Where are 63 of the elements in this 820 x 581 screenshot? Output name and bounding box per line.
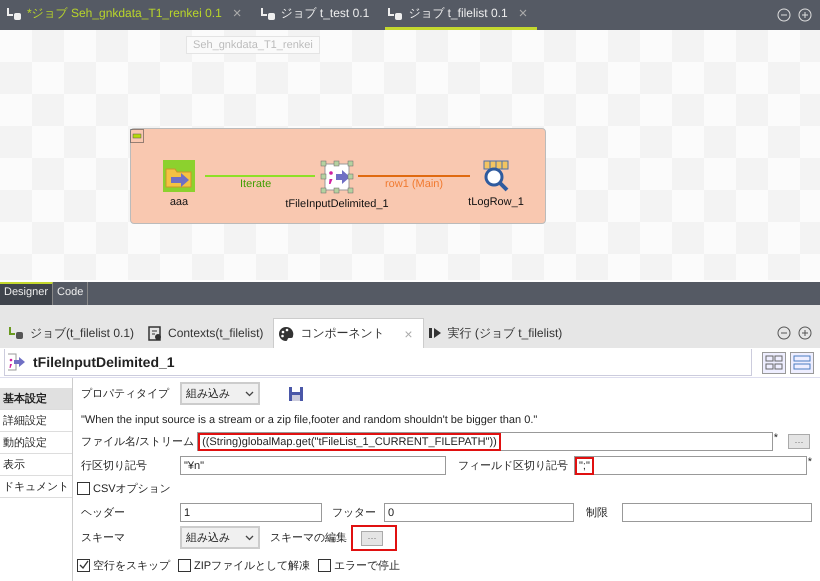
settings-section[interactable]: 表示 bbox=[0, 454, 72, 476]
save-icon[interactable] bbox=[288, 386, 304, 402]
header-field[interactable]: 1 bbox=[180, 503, 322, 522]
field-label: フッター bbox=[332, 506, 376, 520]
component-label: aaa bbox=[170, 196, 188, 208]
field-label: 行区切り記号 bbox=[81, 459, 148, 473]
connection-label: Iterate bbox=[240, 178, 272, 190]
field-label: ファイル名/ストリーム bbox=[81, 435, 196, 449]
edit-schema-button[interactable]: ··· bbox=[361, 530, 383, 546]
settings-section[interactable]: 詳細設定 bbox=[0, 410, 72, 432]
filename-field[interactable]: ((String)globalMap.get("tFileList_1_CURRENT_FILEPATH")) bbox=[197, 432, 773, 451]
grid-view-icon[interactable] bbox=[762, 352, 786, 374]
required-mark: * bbox=[808, 456, 812, 468]
csv-options-checkbox[interactable]: CSVオプション bbox=[77, 481, 171, 496]
panel-tab[interactable]: 実行 (ジョブ t_filelist) bbox=[424, 318, 572, 348]
row-separator-field[interactable]: "¥n" bbox=[180, 456, 446, 475]
info-message: "When the input source is a stream or a zip file,footer and random shouldn't be bigger than 0." bbox=[81, 414, 538, 426]
run-icon bbox=[428, 326, 442, 340]
editor-tab[interactable]: *ジョブ Seh_gnkdata_T1_renkei 0.1 × bbox=[4, 0, 252, 30]
file-delimited-icon bbox=[7, 353, 27, 371]
collapse-icon[interactable] bbox=[130, 129, 144, 143]
palette-icon bbox=[278, 326, 294, 342]
field-label: スキーマの編集 bbox=[270, 531, 347, 546]
component-label: tFileInputDelimited_1 bbox=[285, 198, 389, 210]
panel-tab[interactable]: ジョブ(t_filelist 0.1) bbox=[4, 318, 144, 348]
clipboard-icon bbox=[148, 325, 162, 341]
job-icon bbox=[8, 326, 24, 340]
component-label: tLogRow_1 bbox=[468, 196, 524, 208]
settings-section[interactable]: ドキュメント bbox=[0, 476, 72, 498]
footer-field[interactable]: 0 bbox=[384, 503, 574, 522]
job-icon bbox=[6, 6, 22, 20]
chevron-icon bbox=[245, 534, 254, 541]
browse-button[interactable]: ··· bbox=[788, 434, 810, 449]
field-label: ヘッダー bbox=[81, 506, 126, 520]
field-label: スキーマ bbox=[81, 531, 126, 546]
component-title: tFileInputDelimited_1 bbox=[33, 354, 175, 370]
list-view-icon[interactable] bbox=[790, 352, 814, 374]
schema-dropdown[interactable]: 組み込み bbox=[180, 526, 260, 550]
field-label: 制限 bbox=[586, 506, 608, 520]
property-type-dropdown[interactable]: 組み込み bbox=[180, 382, 260, 405]
panel-tab[interactable]: Contexts(t_filelist) bbox=[144, 318, 274, 348]
minimize-icon[interactable] bbox=[777, 326, 791, 340]
limit-field[interactable] bbox=[622, 503, 812, 522]
tooltip: Seh_gnkdata_T1_renkei bbox=[186, 36, 320, 54]
option-checkbox[interactable]: エラーで停止 bbox=[318, 558, 400, 572]
field-label: プロパティタイプ bbox=[81, 386, 170, 401]
editor-tab[interactable]: ジョブ t_test 0.1 bbox=[258, 0, 380, 30]
chevron-icon bbox=[245, 390, 254, 396]
settings-section[interactable]: 基本設定 bbox=[0, 388, 72, 410]
file-delimited-icon[interactable] bbox=[320, 160, 354, 194]
field-separator-field[interactable]: ";" bbox=[574, 456, 807, 475]
maximize-icon[interactable] bbox=[798, 326, 812, 340]
option-checkbox[interactable]: ZIPファイルとして解凍 bbox=[178, 558, 310, 572]
required-mark: * bbox=[774, 432, 778, 444]
connection-label: row1 (Main) bbox=[385, 178, 444, 190]
view-tab[interactable]: Designer bbox=[0, 282, 54, 305]
panel-tab[interactable]: コンポーネント × bbox=[273, 318, 424, 348]
option-checkbox[interactable]: 空行をスキップ bbox=[77, 558, 170, 572]
checkmark-icon bbox=[78, 560, 88, 570]
job-icon bbox=[260, 6, 276, 20]
settings-section[interactable]: 動的設定 bbox=[0, 432, 72, 454]
job-icon bbox=[387, 6, 404, 20]
field-label: フィールド区切り記号 bbox=[458, 459, 568, 473]
